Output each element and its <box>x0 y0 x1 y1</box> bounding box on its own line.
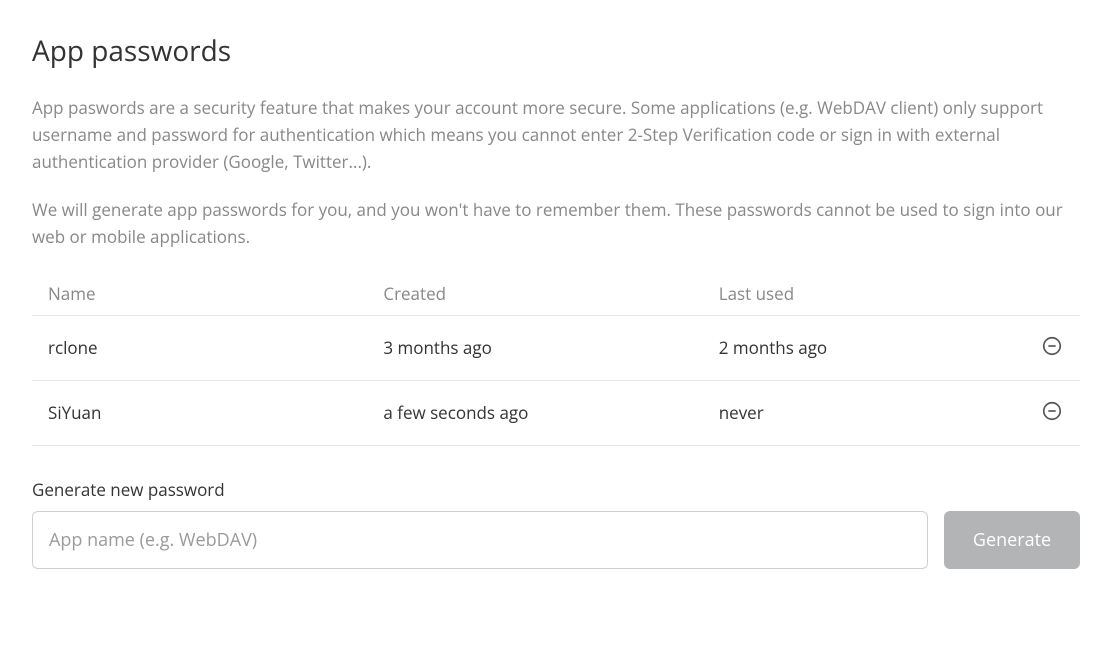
generate-new-password-label: Generate new password <box>32 478 1080 501</box>
table-header-name: Name <box>32 270 367 316</box>
description-paragraph-1: App paswords are a security feature that… <box>32 94 1080 176</box>
generate-new-password-section: Generate new password Generate <box>32 478 1080 569</box>
delete-button[interactable] <box>1040 401 1064 425</box>
table-header-action <box>1017 270 1080 316</box>
description-block: App paswords are a security feature that… <box>32 94 1080 250</box>
cell-last-used: never <box>703 380 1017 445</box>
minus-circle-icon <box>1041 400 1063 425</box>
cell-name: SiYuan <box>32 380 367 445</box>
table-header-last-used: Last used <box>703 270 1017 316</box>
delete-button[interactable] <box>1040 336 1064 360</box>
app-name-input[interactable] <box>32 511 928 569</box>
description-paragraph-2: We will generate app passwords for you, … <box>32 196 1080 250</box>
generate-button[interactable]: Generate <box>944 511 1080 569</box>
table-row: rclone 3 months ago 2 months ago <box>32 315 1080 380</box>
table-row: SiYuan a few seconds ago never <box>32 380 1080 445</box>
minus-circle-icon <box>1041 335 1063 360</box>
page-title: App passwords <box>32 32 1080 70</box>
cell-last-used: 2 months ago <box>703 315 1017 380</box>
app-passwords-table: Name Created Last used rclone 3 months a… <box>32 270 1080 446</box>
table-header-created: Created <box>367 270 702 316</box>
cell-name: rclone <box>32 315 367 380</box>
cell-created: 3 months ago <box>367 315 702 380</box>
cell-created: a few seconds ago <box>367 380 702 445</box>
